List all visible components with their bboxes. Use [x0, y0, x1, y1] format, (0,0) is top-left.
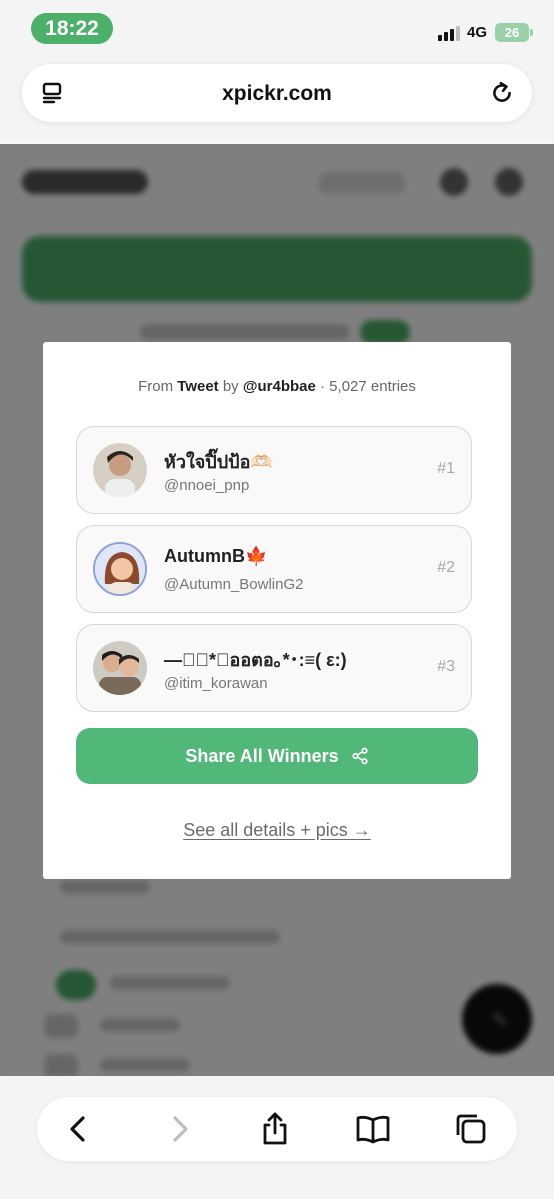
winner-card-3[interactable]: —☆ﾟ*･ออตอ｡*･:≡( ε:) @itim_korawan #3	[76, 624, 472, 712]
reload-icon[interactable]	[489, 80, 515, 106]
source-author[interactable]: @ur4bbae	[243, 378, 316, 395]
winner-card-1[interactable]: หัวใจปิ๊ปป้อ🫶🏻 @nnoei_pnp #1	[76, 426, 472, 514]
source-type: Tweet	[177, 378, 219, 395]
status-bar: 18:22 4G 26	[0, 0, 554, 56]
bottom-toolbar	[37, 1097, 517, 1161]
source-line: From Tweet by @ur4bbae · 5,027 entries	[43, 378, 511, 395]
winner-handle: @Autumn_BowlinG2	[164, 576, 304, 593]
battery-level: 26	[504, 25, 520, 40]
chevron-right-icon[interactable]	[161, 1111, 197, 1147]
chevron-left-icon[interactable]	[61, 1111, 97, 1147]
bottom-toolbar-area	[0, 1076, 554, 1199]
share-button-label: Share All Winners	[185, 745, 339, 766]
winner-rank: #3	[437, 658, 455, 675]
winner-rank: #1	[437, 460, 455, 477]
book-icon[interactable]	[355, 1111, 391, 1147]
share-up-icon[interactable]	[257, 1111, 293, 1147]
screen: 18:22 4G 26 xpickr.com From Tweet by @ur…	[0, 0, 554, 1199]
share-all-winners-button[interactable]: Share All Winners	[76, 728, 478, 784]
winner-name: หัวใจปิ๊ปป้อ🫶🏻	[164, 452, 273, 472]
avatar	[93, 641, 147, 695]
address-bar[interactable]: xpickr.com	[22, 64, 532, 122]
signal-icon	[438, 25, 460, 41]
share-icon	[352, 747, 368, 765]
winner-name: —☆ﾟ*･ออตอ｡*･:≡( ε:)	[164, 650, 347, 670]
avatar	[93, 542, 147, 596]
status-time: 18:22	[31, 13, 113, 44]
winner-card-2[interactable]: AutumnB🍁 @Autumn_BowlinG2 #2	[76, 525, 472, 613]
winner-rank: #2	[437, 559, 455, 576]
network-type: 4G	[467, 24, 488, 41]
winner-name: AutumnB🍁	[164, 546, 268, 566]
winners-modal: From Tweet by @ur4bbae · 5,027 entries ห…	[43, 342, 511, 879]
source-by: by	[222, 378, 239, 395]
tabs-icon[interactable]	[453, 1111, 489, 1147]
entries-count: · 5,027 entries	[320, 378, 416, 395]
url-text[interactable]: xpickr.com	[22, 82, 532, 106]
winner-handle: @itim_korawan	[164, 675, 268, 692]
source-prefix: From	[138, 378, 174, 395]
avatar	[93, 443, 147, 497]
battery-icon: 26	[495, 23, 533, 42]
winner-handle: @nnoei_pnp	[164, 477, 250, 494]
see-all-details-link[interactable]: See all details + pics →	[43, 820, 511, 841]
